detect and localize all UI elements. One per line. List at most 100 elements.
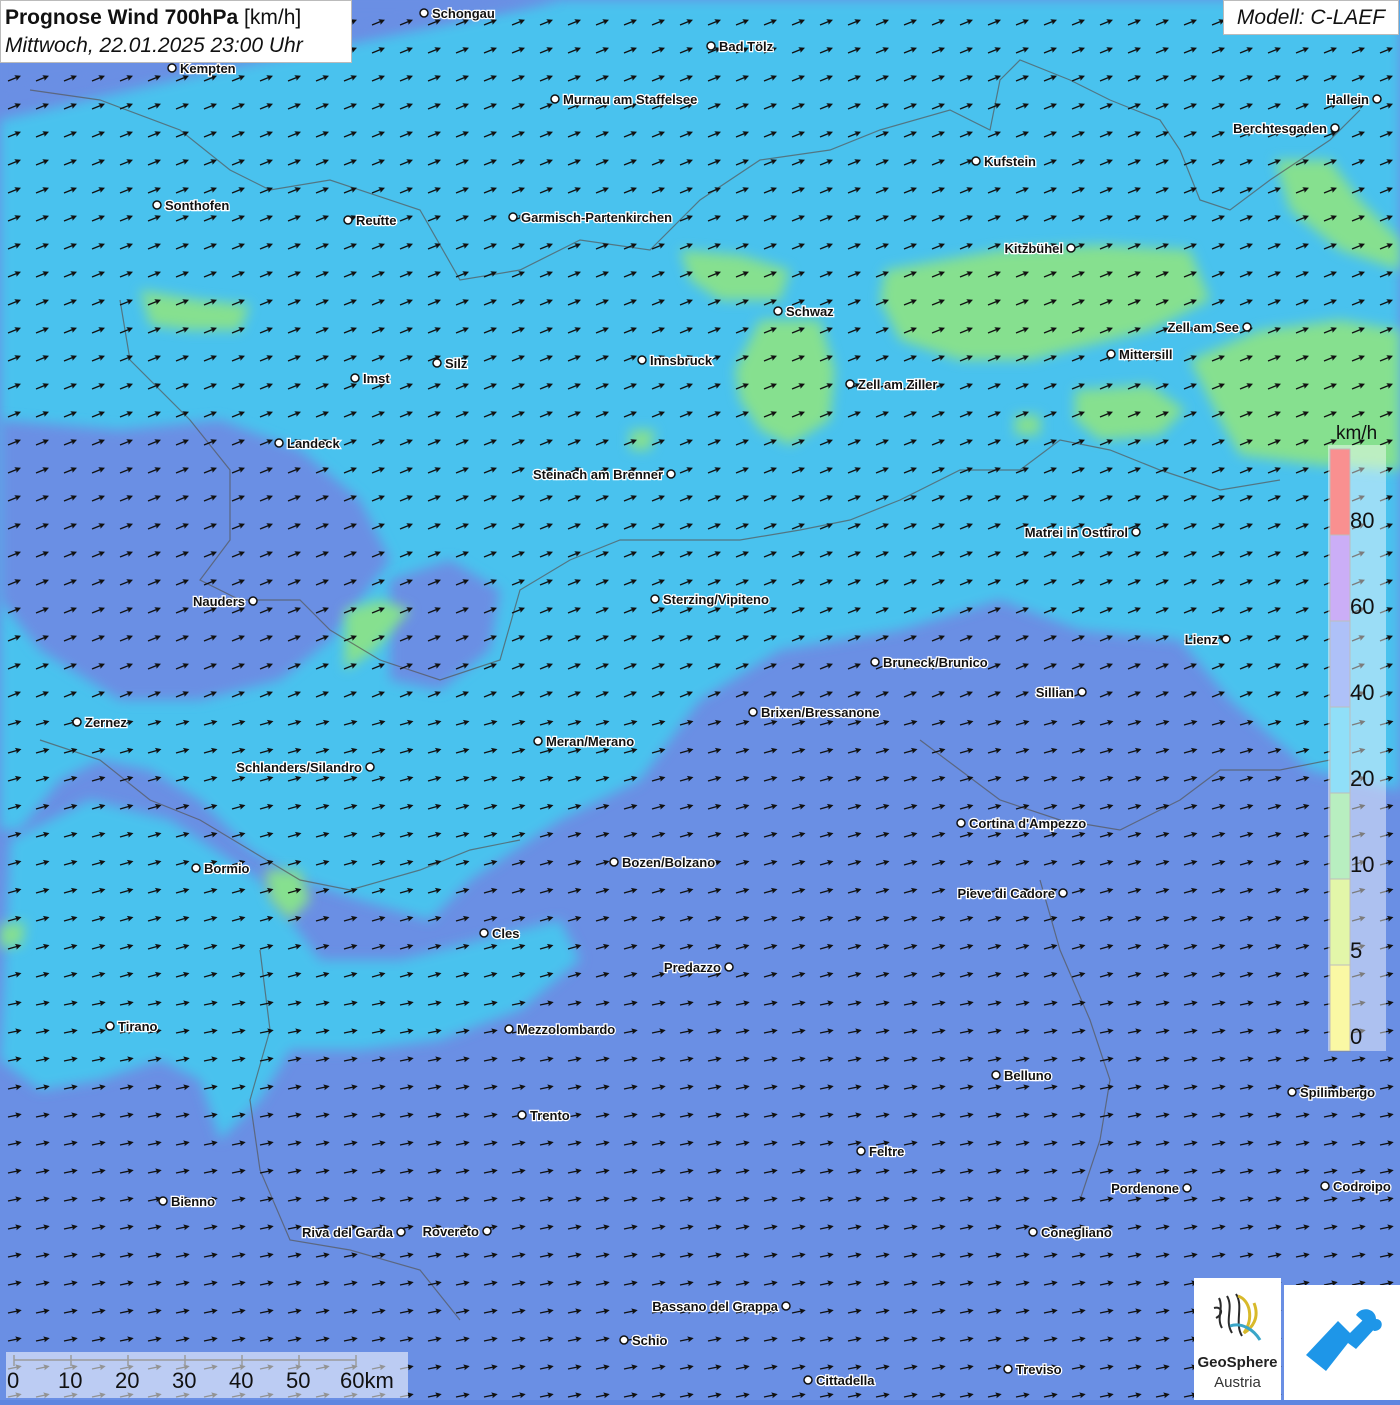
city-dot [1182, 1183, 1192, 1193]
city-dot [650, 594, 660, 604]
city-dot [419, 8, 429, 18]
city-dot [619, 1335, 629, 1345]
city-dot [191, 863, 201, 873]
city-label: Schongau [432, 6, 495, 21]
city-label: Brixen/Bressanone [761, 705, 880, 720]
scale-label-60km: 60km [340, 1368, 394, 1393]
city-dot [1106, 349, 1116, 359]
city-label: Predazzo [664, 960, 721, 975]
city-dot [870, 657, 880, 667]
city-label: Landeck [287, 436, 341, 451]
city-dot [1131, 527, 1141, 537]
scale-label-40: 40 [229, 1368, 254, 1393]
model-label: Modell: C-LAEF [1223, 0, 1399, 35]
wind-map: Schongau Bad Tölz Kempten Murnau am Staffel… [0, 0, 1400, 1400]
city-dot [105, 1021, 115, 1031]
city-label: Riva del Garda [302, 1225, 394, 1240]
city-dot [991, 1070, 1001, 1080]
city-label: Silz [445, 356, 468, 371]
title-box: Prognose Wind 700hPa [km/h] Mittwoch, 22… [0, 0, 352, 63]
legend-label-10: 10 [1350, 852, 1375, 877]
city-label: Treviso [1016, 1362, 1062, 1377]
app-logo[interactable] [1284, 1285, 1400, 1400]
legend-label-5: 5 [1350, 938, 1363, 963]
city-dot [1077, 687, 1087, 697]
city-label: Kempten [180, 61, 236, 76]
city-dot [845, 379, 855, 389]
city-label: Bad Tölz [719, 39, 774, 54]
city-label: Bozen/Bolzano [622, 855, 715, 870]
city-label: Sillian [1036, 685, 1074, 700]
city-label: Matrei in Osttirol [1025, 525, 1128, 540]
city-dot [1320, 1181, 1330, 1191]
city-dot [1066, 243, 1076, 253]
city-label: Imst [363, 371, 390, 386]
city-label: Meran/Merano [546, 734, 634, 749]
city-dot [248, 596, 258, 606]
city-dot [1058, 888, 1068, 898]
city-label: Bienno [171, 1194, 215, 1209]
city-dot [1372, 94, 1382, 104]
city-label: Bormio [204, 861, 250, 876]
city-label: Conegliano [1041, 1225, 1112, 1240]
logo-text-geosphere: GeoSphere [1197, 1354, 1278, 1371]
city-label: Zernez [85, 715, 127, 730]
scale-label-0: 0 [7, 1368, 20, 1393]
city-label: Schwaz [786, 304, 834, 319]
city-label: Bassano del Grappa [652, 1299, 778, 1314]
scale-label-10: 10 [58, 1368, 83, 1393]
city-dot [609, 857, 619, 867]
legend-unit: km/h [1336, 423, 1378, 444]
city-label: Kufstein [984, 154, 1036, 169]
city-dot [365, 762, 375, 772]
city-dot [343, 215, 353, 225]
city-label: Murnau am Staffelsee [563, 92, 697, 107]
city-label: Steinach am Brenner [533, 467, 663, 482]
city-label: Sonthofen [165, 198, 229, 213]
city-label: Cittadella [816, 1373, 875, 1388]
forecast-datetime: Mittwoch, 22.01.2025 23:00 Uhr [5, 34, 303, 57]
city-dot [781, 1301, 791, 1311]
city-label: Zell am See [1167, 320, 1239, 335]
geosphere-logo[interactable]: GeoSphere Austria [1194, 1278, 1281, 1400]
city-label: Hallein [1326, 92, 1369, 107]
city-label: Lienz [1185, 632, 1219, 647]
city-label: Innsbruck [650, 353, 713, 368]
city-dot [803, 1375, 813, 1385]
city-label: Schlanders/Silandro [236, 760, 362, 775]
wind-app-icon [1306, 1309, 1382, 1371]
city-dot [1221, 634, 1231, 644]
city-label: Trento [530, 1108, 570, 1123]
legend-label-0: 0 [1350, 1024, 1363, 1049]
city-dot [971, 156, 981, 166]
city-label: Feltre [869, 1144, 904, 1159]
city-dot [482, 1226, 492, 1236]
city-dot [152, 200, 162, 210]
city-dot [1242, 322, 1252, 332]
city-dot [158, 1196, 168, 1206]
city-label: Spilimbergo [1300, 1085, 1375, 1100]
legend-label-80: 80 [1350, 508, 1375, 533]
city-label: Berchtesgaden [1233, 121, 1327, 136]
city-dot [533, 736, 543, 746]
city-dot [508, 212, 518, 222]
city-label: Rovereto [423, 1224, 479, 1239]
city-dot [666, 469, 676, 479]
city-label: Pieve di Cadore [957, 886, 1055, 901]
city-label: Codroipo [1333, 1179, 1391, 1194]
scale-label-30: 30 [172, 1368, 197, 1393]
city-dot [167, 63, 177, 73]
city-dot [350, 373, 360, 383]
city-label: Kitzbühel [1005, 241, 1064, 256]
city-dot [72, 717, 82, 727]
city-dot [504, 1024, 514, 1034]
city-label: Bruneck/Brunico [883, 655, 988, 670]
legend-label-20: 20 [1350, 766, 1375, 791]
city-label: Pordenone [1111, 1181, 1179, 1196]
scale-label-20: 20 [115, 1368, 140, 1393]
city-label: Tirano [118, 1019, 158, 1034]
title-main: Prognose Wind 700hPa [5, 6, 239, 29]
city-dot [724, 962, 734, 972]
city-label: Cortina d'Ampezzo [969, 816, 1086, 831]
city-dot [748, 707, 758, 717]
